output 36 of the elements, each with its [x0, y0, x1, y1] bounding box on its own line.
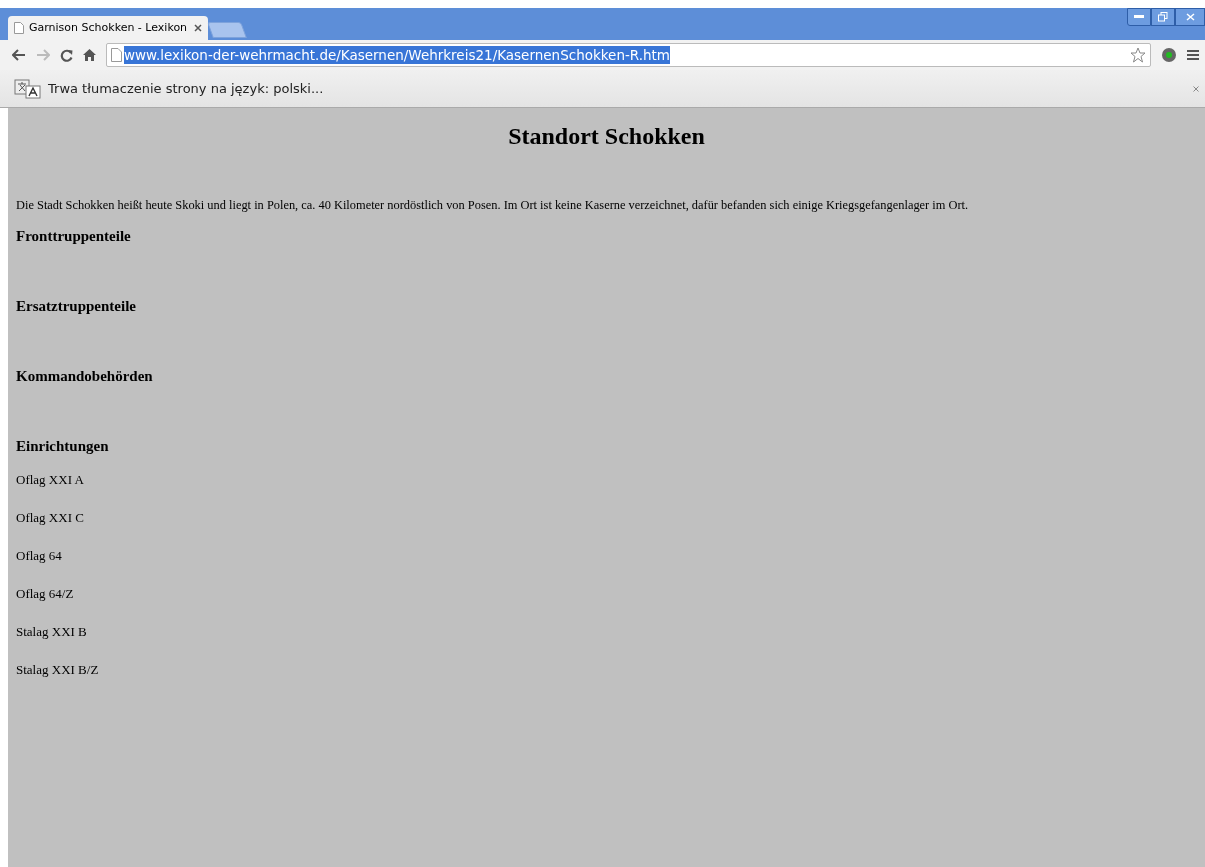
translate-icon: [14, 78, 42, 99]
page-icon: [111, 48, 122, 62]
list-entry: Stalag XXI B: [16, 624, 88, 640]
restore-icon: [1158, 12, 1168, 22]
menu-icon[interactable]: [1187, 49, 1199, 61]
close-button[interactable]: [1175, 8, 1205, 26]
minimize-icon: [1134, 15, 1144, 19]
address-bar[interactable]: www.lexikon-der-wehrmacht.de/Kasernen/Wehrkreis21/KasernenSchokken-R.htm: [106, 43, 1151, 67]
list-entry: Oflag XXI C: [16, 510, 85, 526]
intro-paragraph: Die Stadt Schokken heißt heute Skoki und liegt in Polen, ca. 40 Kilometer nordöstlich von Posen. Im Ort ist keine Kaserne verzeichnet, dafür befanden sich einige Kriegsgefangenlager im Ort.: [16, 197, 970, 213]
reload-icon[interactable]: [60, 48, 73, 62]
page-title: Standort Schokken: [507, 122, 706, 151]
close-icon: [1193, 85, 1199, 92]
minimize-button[interactable]: [1127, 8, 1151, 26]
section-heading: Ersatztruppenteile: [16, 297, 137, 315]
new-tab-button[interactable]: [207, 22, 247, 38]
list-entry: Oflag 64/Z: [16, 586, 75, 602]
home-icon[interactable]: [83, 49, 96, 61]
extension-icon[interactable]: [1161, 47, 1177, 63]
back-icon[interactable]: [12, 49, 26, 61]
tab-title: Garnison Schokken - Lexikon: [29, 19, 189, 36]
section-heading: Fronttruppenteile: [16, 227, 132, 245]
star-icon[interactable]: [1130, 47, 1146, 63]
list-entry: Stalag XXI B/Z: [16, 662, 100, 678]
close-button[interactable]: [1193, 85, 1199, 92]
url-text: www.lexikon-der-wehrmacht.de/Kasernen/Wehrkreis21/KasernenSchokken-R.htm: [124, 46, 671, 64]
list-entry: Oflag XXI A: [16, 472, 85, 488]
translation-message: Trwa tłumaczenie strony na język: polski...: [48, 79, 324, 98]
page-icon: [14, 22, 24, 34]
browser-tab[interactable]: Garnison Schokken - Lexikon: [8, 16, 208, 40]
close-icon: [1185, 13, 1195, 21]
close-icon[interactable]: [194, 24, 202, 32]
section-heading: Einrichtungen: [16, 437, 110, 455]
list-entry: Oflag 64: [16, 548, 63, 564]
section-heading: Kommandobehörden: [16, 367, 154, 385]
restore-button[interactable]: [1151, 8, 1175, 26]
